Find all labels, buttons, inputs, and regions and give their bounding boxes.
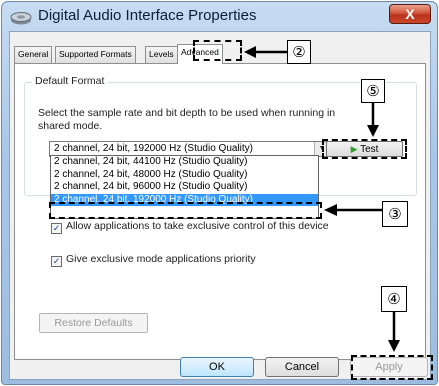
callout-arrows <box>244 46 400 352</box>
arrow-to-selected-option <box>324 204 382 216</box>
arrow-to-apply-button <box>388 312 400 352</box>
arrow-to-advanced-tab <box>244 46 287 58</box>
arrow-to-test-button <box>367 103 379 137</box>
